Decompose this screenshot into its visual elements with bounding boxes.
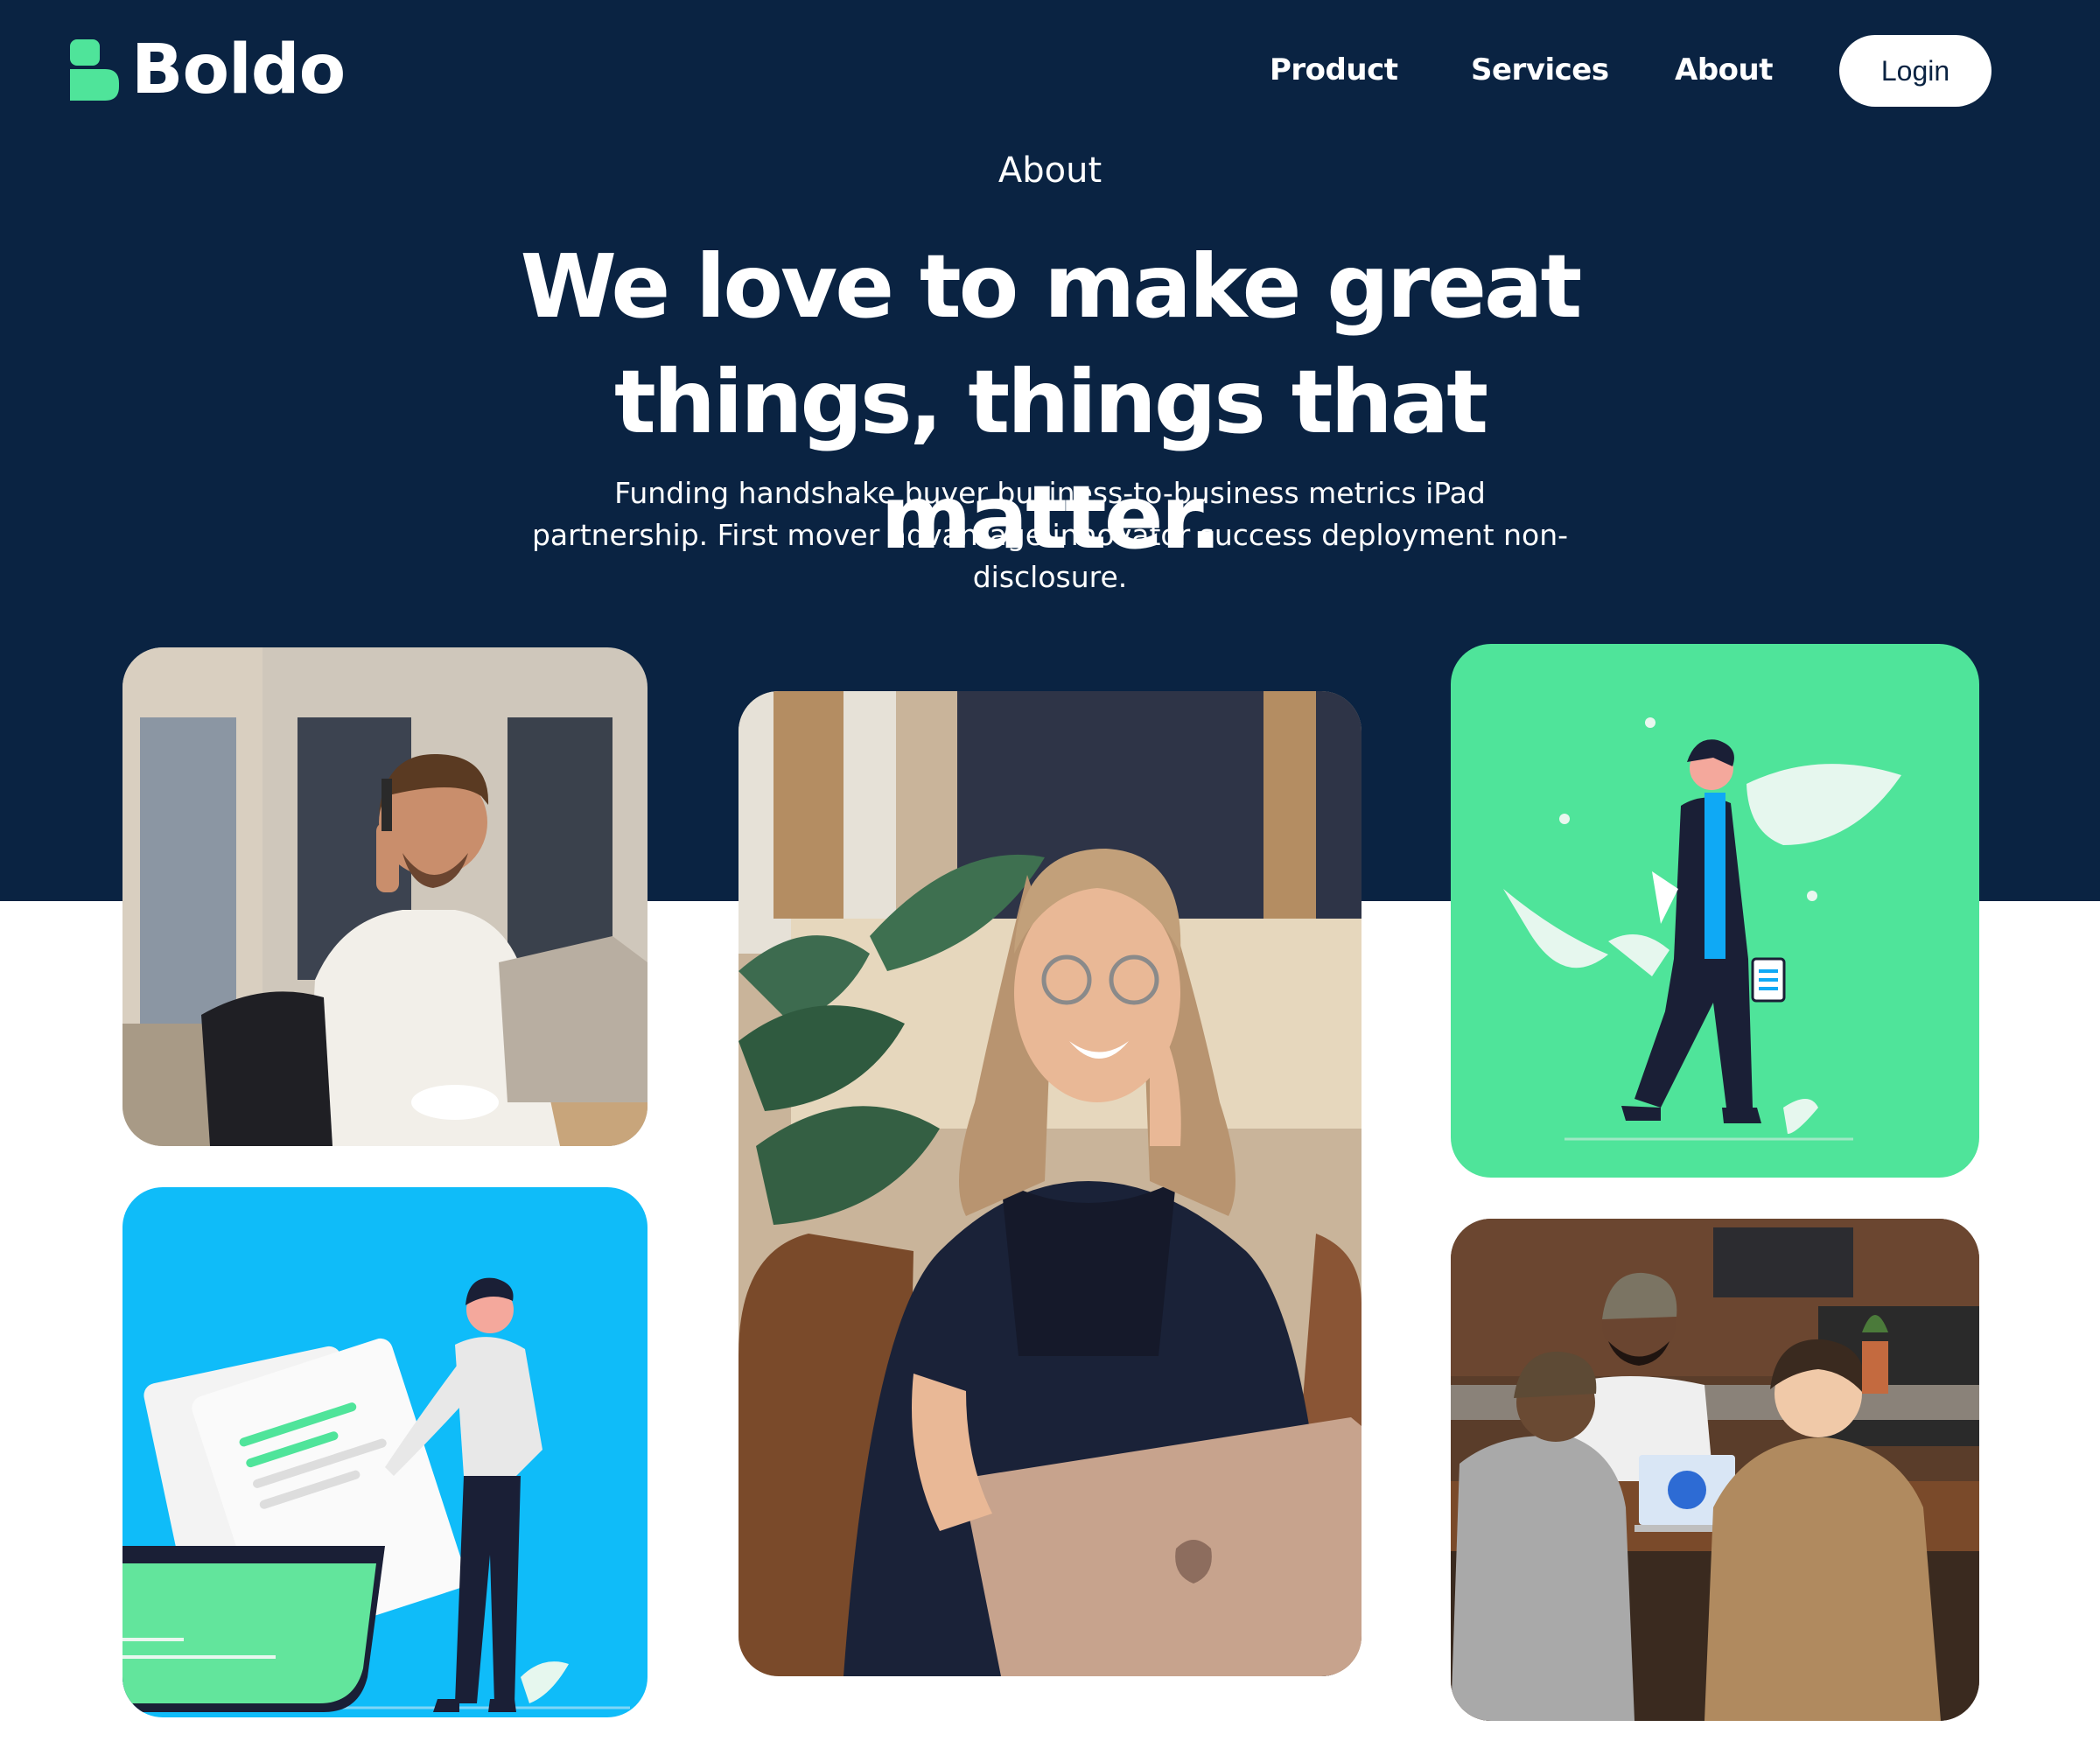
gallery-illustration-walking-person: [1451, 644, 1979, 1178]
main-nav: Product Services About Login: [0, 35, 2100, 107]
nav-item-services[interactable]: Services: [1471, 52, 1609, 87]
gallery-illustration-documents: [122, 1187, 648, 1717]
gallery-photo-team-meeting: [1451, 1219, 1979, 1721]
login-button[interactable]: Login: [1839, 35, 1992, 107]
section-eyebrow: About: [998, 150, 1102, 191]
hero-subtext: Funding handshake buyer business-to-busi…: [531, 476, 1569, 594]
nav-item-about[interactable]: About: [1675, 52, 1773, 87]
nav-item-product[interactable]: Product: [1270, 52, 1398, 87]
gallery-photo-man-on-phone: [122, 647, 648, 1146]
gallery-photo-woman-on-phone: [738, 691, 1362, 1676]
